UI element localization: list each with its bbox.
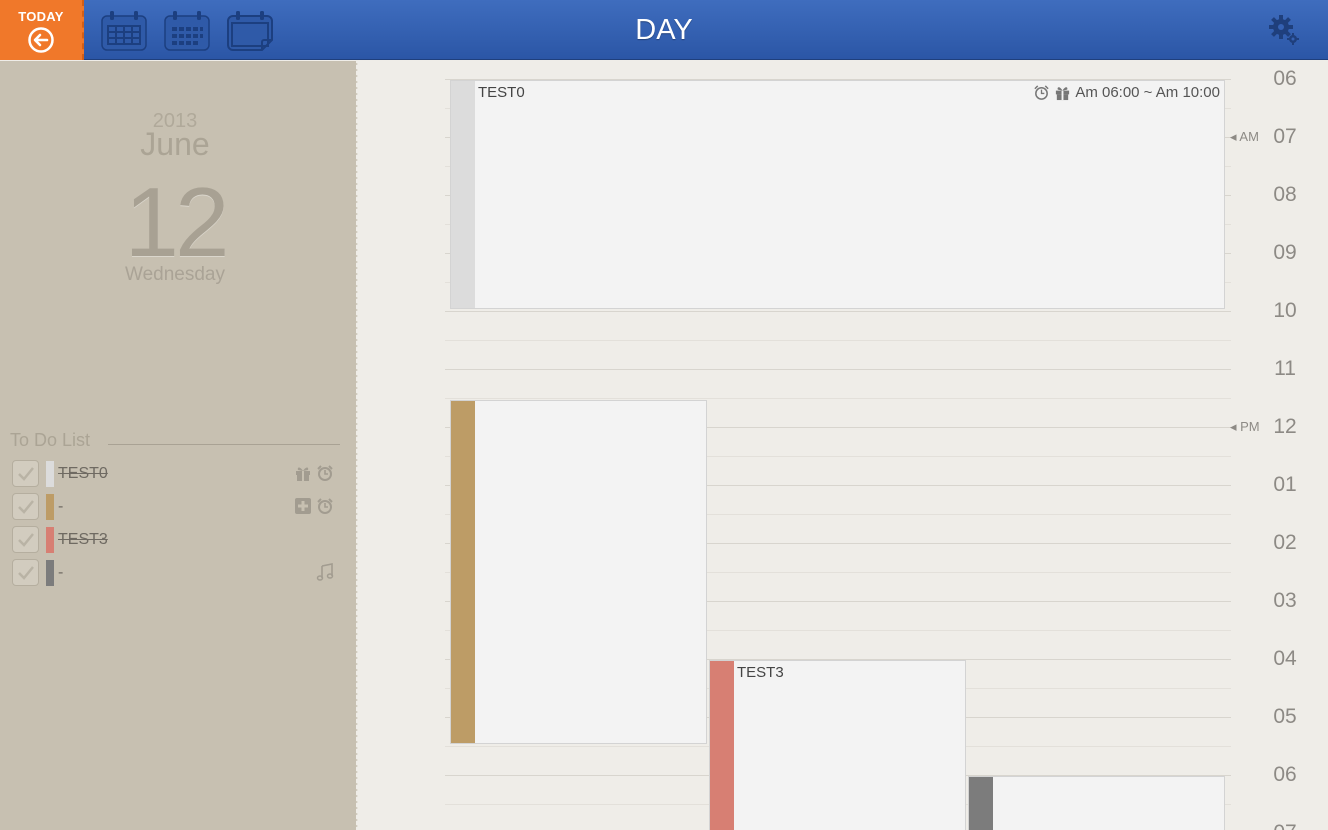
todo-color-tag [46,494,54,520]
todo-item[interactable]: TEST3 [10,526,340,556]
hour-label: 02 [1273,531,1297,554]
am-marker: ◂ AM [1230,129,1259,144]
hour-line [445,311,1231,312]
hour-label: 06 [1273,763,1297,786]
top-bar: TODAY DAY [0,0,1328,60]
am-label: AM [1239,129,1259,144]
todo-checkbox[interactable] [12,526,39,553]
gift-icon [296,467,310,481]
hour-label: 11 [1274,357,1296,380]
hour-label: 07 [1260,821,1310,830]
todo-item[interactable]: - [10,559,340,589]
hour-line [445,369,1231,370]
date-month: June [140,126,210,162]
event-time: Am 06:00 ~ Am 10:00 [1075,84,1220,101]
todo-label: - [58,564,64,581]
hour-label: 06 [1273,67,1297,90]
todo-label: TEST0 [58,465,108,482]
event-color-bar [969,777,993,830]
music-icon [316,563,334,581]
event-block[interactable] [450,400,707,744]
half-hour-line [445,340,1231,341]
hour-label: 12 [1273,415,1297,438]
pm-marker: ◂ PM [1230,419,1260,434]
todo-heading: To Do List [10,430,91,450]
event-color-bar [451,81,475,308]
hour-label: 05 [1273,705,1297,728]
hour-label: 03 [1273,589,1297,612]
todo-icons [316,563,334,583]
todo-label: - [58,498,64,515]
checkmark-icon [18,467,34,481]
todo-item[interactable]: - [10,493,340,523]
event-meta: Am 06:00 ~ Am 10:00 [1033,84,1220,101]
gift-icon [1056,87,1070,101]
todo-checkbox[interactable] [12,559,39,586]
event-block[interactable] [968,776,1225,830]
event-block[interactable]: TEST3 [709,660,966,830]
hour-label: 08 [1273,183,1297,206]
alarm-icon [1034,85,1049,100]
todo-divider [108,444,340,445]
pm-label: PM [1240,419,1260,434]
checkmark-icon [18,566,34,580]
todo-color-tag [46,560,54,586]
checkmark-icon [18,533,34,547]
event-block[interactable]: TEST0 Am 06:00 ~ Am 10:00 [450,80,1225,309]
hour-label: 07 [1273,125,1297,148]
alarm-icon [317,498,333,514]
half-hour-line [445,398,1231,399]
checkmark-icon [18,500,34,514]
hour-label: 01 [1273,473,1297,496]
todo-checkbox[interactable] [12,460,39,487]
event-title: TEST3 [737,664,784,681]
event-color-bar [451,401,475,743]
todo-checkbox[interactable] [12,493,39,520]
event-color-bar [710,661,734,830]
todo-label: TEST3 [58,531,108,548]
add-icon [295,498,311,514]
date-weekday: Wednesday [125,264,225,285]
todo-item[interactable]: TEST0 [10,460,340,490]
todo-color-tag [46,527,54,553]
hour-label: 04 [1273,647,1297,670]
todo-icons [294,497,334,517]
hour-label: 10 [1273,299,1297,322]
sidebar-edge [352,61,358,830]
todo-icons [294,464,334,484]
page-title: DAY [635,14,693,46]
date-day: 12 [124,167,229,277]
hour-label: 09 [1273,241,1297,264]
todo-color-tag [46,461,54,487]
gear-icon[interactable] [1268,14,1300,46]
event-title: TEST0 [478,84,525,101]
alarm-icon [317,465,333,481]
